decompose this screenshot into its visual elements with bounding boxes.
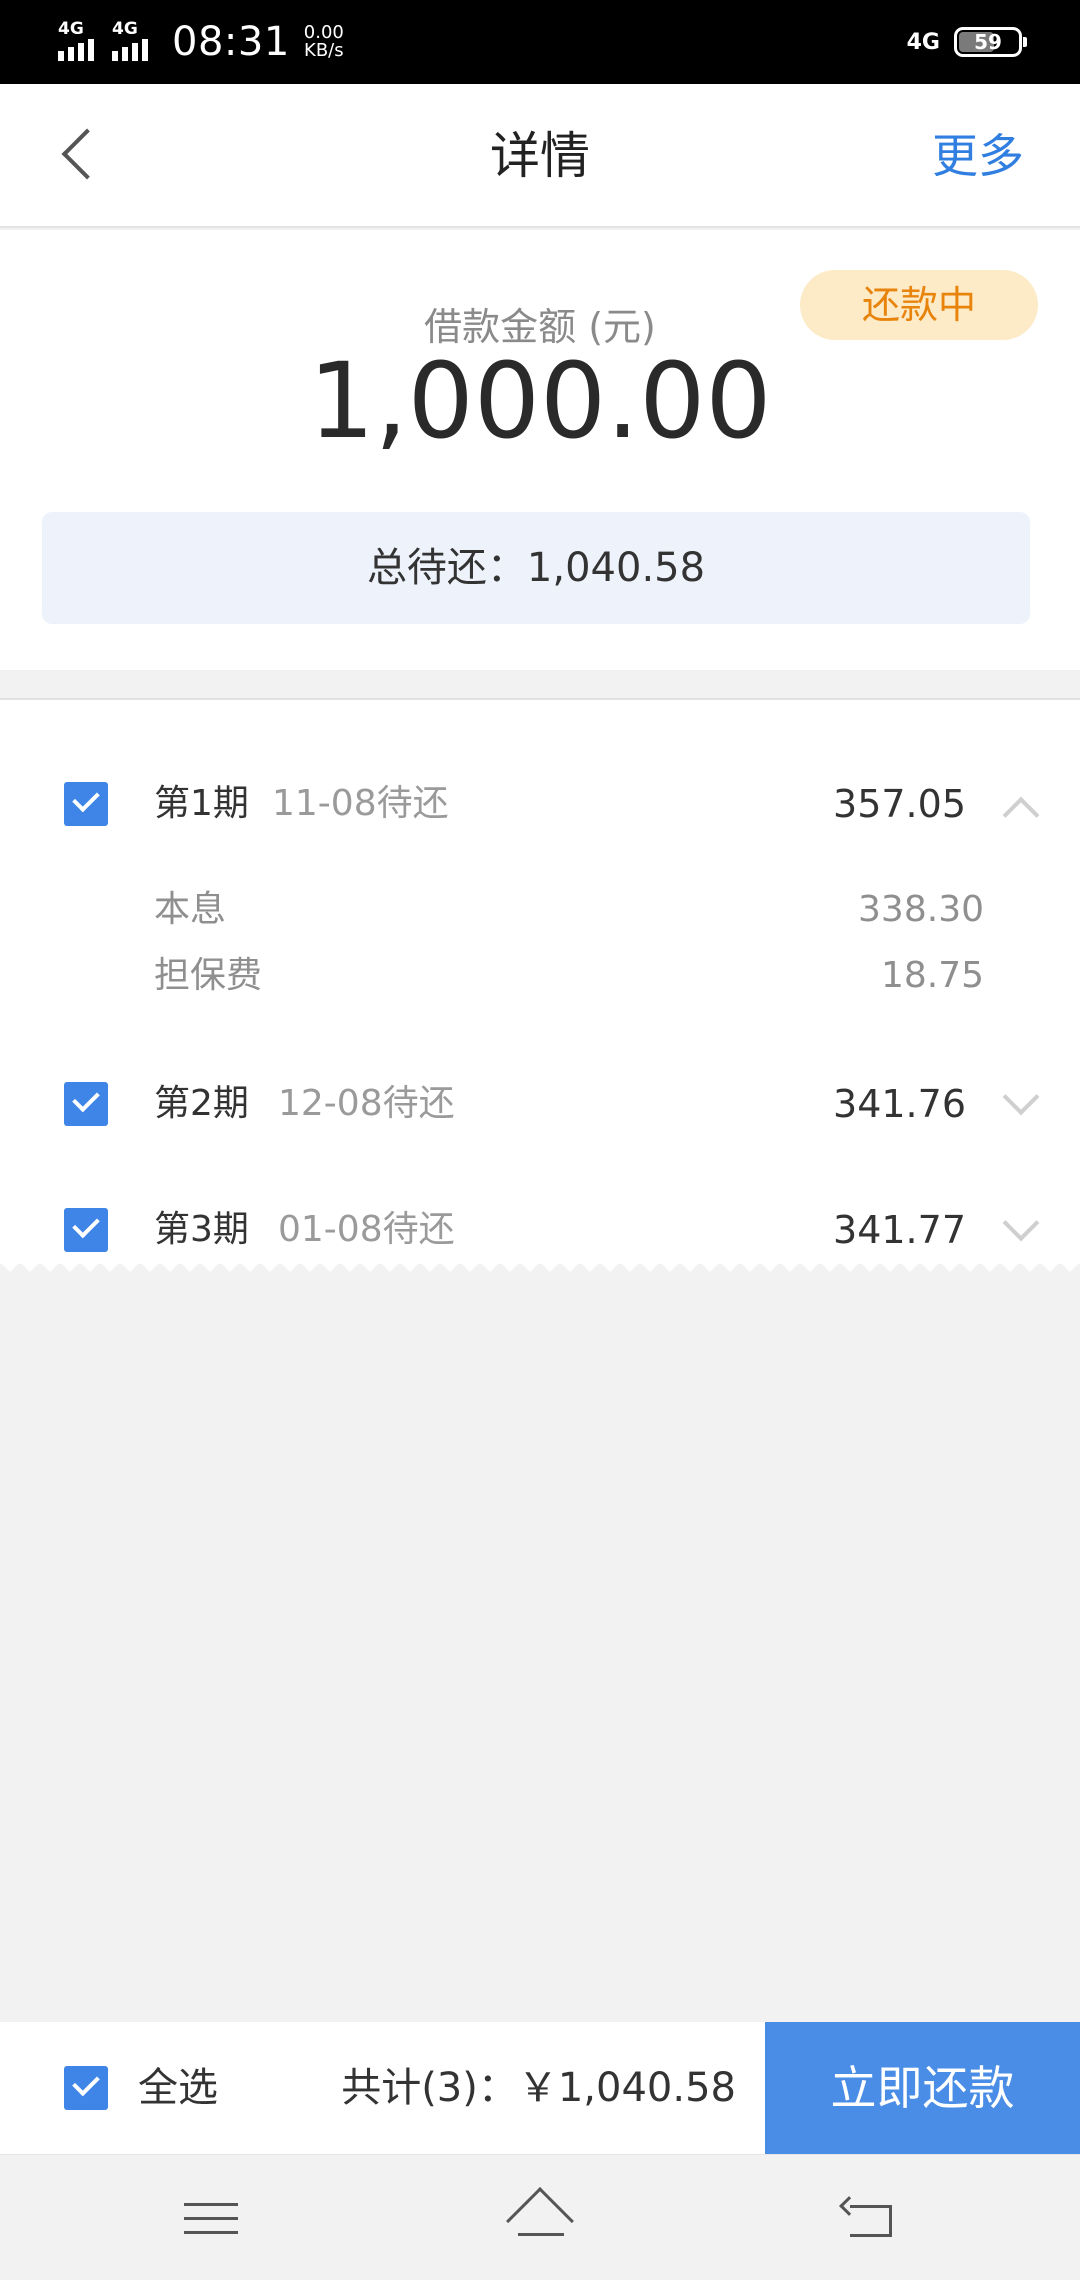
select-all-checkbox[interactable]	[64, 2066, 108, 2110]
chevron-down-icon[interactable]	[1000, 1078, 1040, 1124]
installment-list: 第1期 11-08待还 357.05 本息 338.30 担保费 18.75 第…	[0, 698, 1080, 1264]
installment-period: 第1期	[154, 783, 249, 824]
installment-period: 第3期	[154, 1209, 249, 1250]
installment-due-date: 12-08待还	[278, 1083, 455, 1124]
signal-icon: 4G	[58, 17, 108, 67]
detail-value: 18.75	[880, 955, 984, 996]
installment-amount: 341.77	[833, 1208, 966, 1252]
chevron-down-icon[interactable]	[1000, 1204, 1040, 1250]
more-button[interactable]: 更多	[932, 84, 1024, 228]
header: 详情 更多	[0, 84, 1080, 228]
installment-checkbox[interactable]	[64, 1082, 108, 1126]
installment-amount: 357.05	[833, 782, 966, 826]
zigzag-divider	[0, 1262, 1080, 1272]
installment-row[interactable]: 第2期 12-08待还 341.76	[0, 1064, 1080, 1144]
loan-summary: 还款中 借款金额 (元) 1,000.00 总待还：1,040.58	[0, 230, 1080, 670]
network-speed: 0.00 KB/s	[304, 24, 344, 60]
menu-icon[interactable]	[184, 2199, 238, 2239]
battery-icon: 59	[954, 27, 1027, 57]
signal-icon: 4G	[112, 17, 162, 67]
repay-now-button[interactable]: 立即还款	[765, 2022, 1080, 2154]
detail-row: 担保费 18.75	[154, 946, 984, 1006]
status-bar: 4G 4G 08:31 0.00 KB/s 4G 59	[0, 0, 1080, 84]
detail-value: 338.30	[858, 889, 984, 930]
home-icon[interactable]	[504, 2187, 576, 2255]
installment-row[interactable]: 第1期 11-08待还 357.05	[0, 764, 1080, 844]
installment-period: 第2期	[154, 1083, 249, 1124]
installment-due-date: 01-08待还	[278, 1209, 455, 1250]
installment-amount: 341.76	[833, 1082, 966, 1126]
back-button[interactable]	[40, 114, 120, 194]
select-all-label[interactable]: 全选	[138, 2022, 218, 2154]
bottom-action-bar: 全选 共计(3)：￥1,040.58 立即还款	[0, 2022, 1080, 2154]
network-type-label: 4G	[58, 19, 84, 39]
installment-row[interactable]: 第3期 01-08待还 341.77	[0, 1190, 1080, 1270]
detail-label: 担保费	[154, 955, 263, 996]
clock: 08:31	[172, 19, 290, 65]
system-nav-bar	[0, 2154, 1080, 2280]
network-speed-unit: KB/s	[304, 40, 344, 61]
installment-checkbox[interactable]	[64, 782, 108, 826]
chevron-up-icon[interactable]	[1000, 784, 1040, 834]
chevron-left-icon	[61, 128, 113, 180]
installment-due-date: 11-08待还	[272, 783, 449, 824]
total-due: 总待还：1,040.58	[42, 512, 1030, 624]
detail-row: 本息 338.30	[154, 880, 984, 940]
loan-amount: 1,000.00	[308, 340, 772, 462]
detail-label: 本息	[154, 889, 227, 930]
network-4g-icon: 4G	[906, 29, 940, 55]
battery-percent: 59	[974, 30, 1002, 54]
grand-total: 共计(3)：￥1,040.58	[341, 2065, 736, 2111]
back-icon[interactable]	[839, 2196, 894, 2239]
installment-checkbox[interactable]	[64, 1208, 108, 1252]
network-type-label: 4G	[112, 19, 138, 39]
page-title: 详情	[490, 127, 590, 185]
